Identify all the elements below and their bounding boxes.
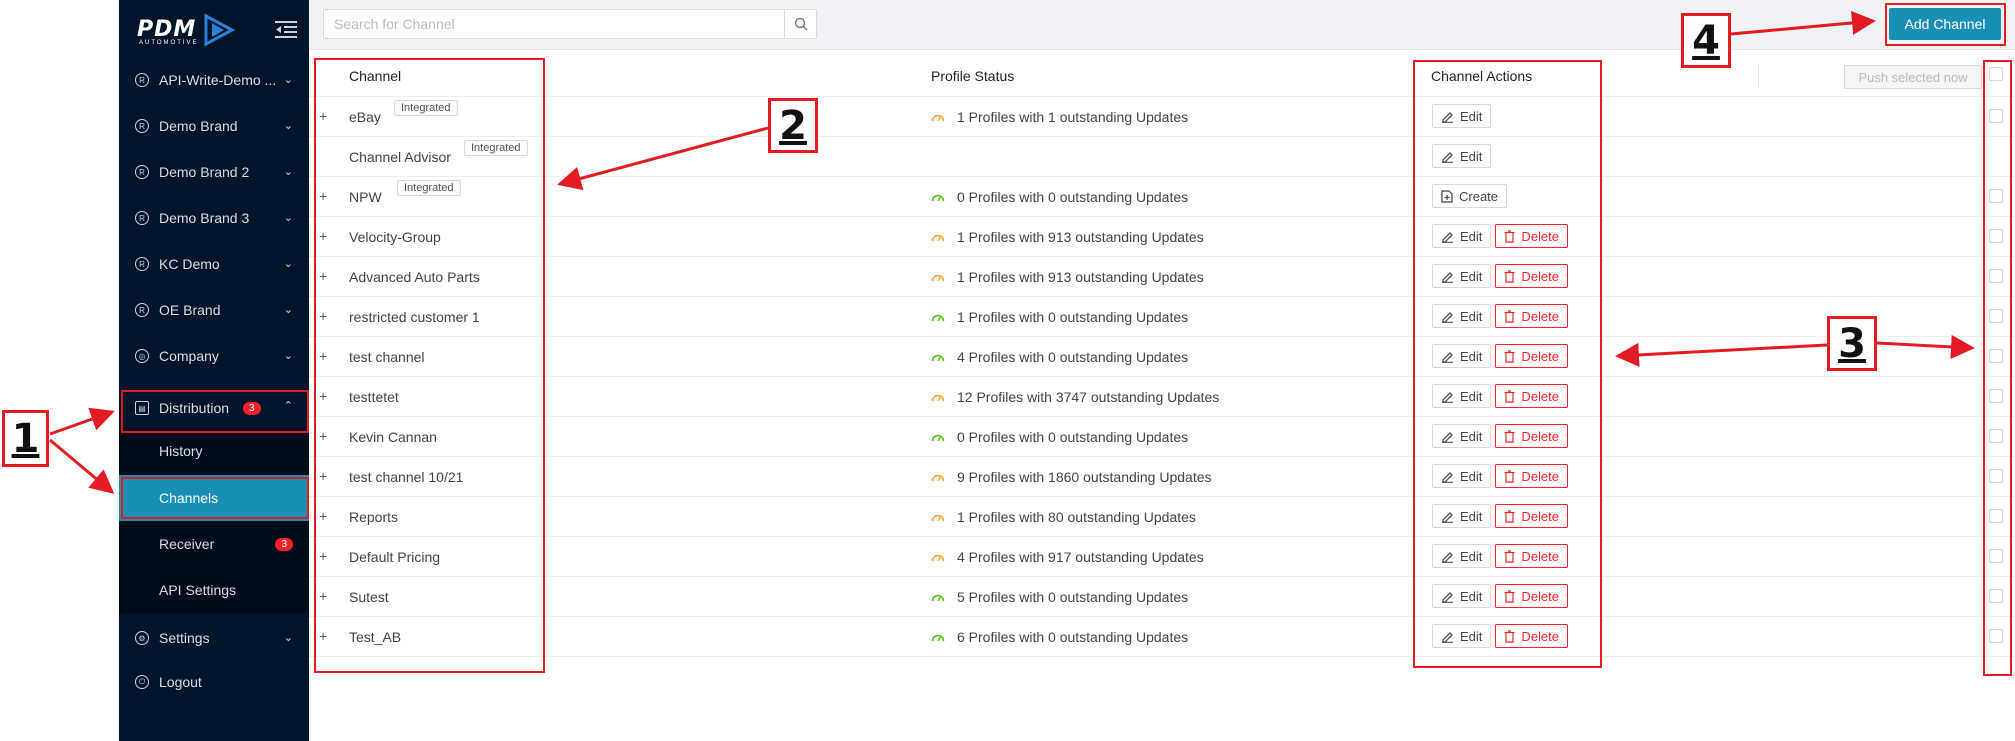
arrow-to-add-channel — [1730, 10, 1876, 36]
arrow-to-checkbox-column — [1876, 334, 1975, 359]
arrow-to-channel-column — [557, 126, 769, 191]
annotation-arrows — [49, 10, 1975, 494]
arrow-to-channels — [49, 438, 115, 494]
arrow-to-actions-column — [1615, 342, 1828, 367]
arrow-to-distribution — [49, 407, 115, 436]
